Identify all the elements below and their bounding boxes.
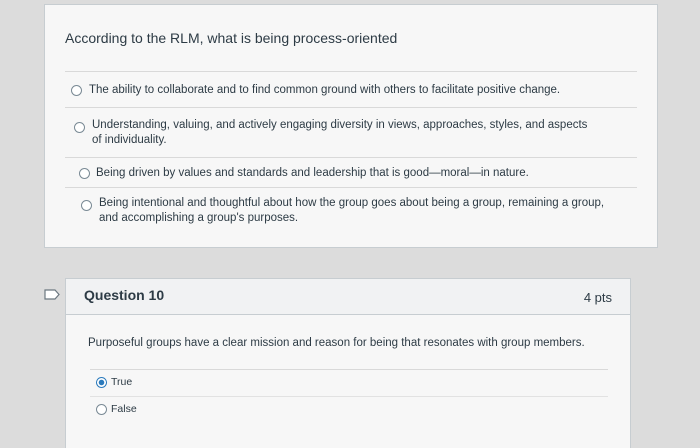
true-false-options: True False xyxy=(90,369,608,424)
answer-option-3[interactable]: Being driven by values and standards and… xyxy=(65,158,637,188)
option-true[interactable]: True xyxy=(90,370,608,397)
radio-button-icon[interactable] xyxy=(71,85,82,96)
answer-label: The ability to collaborate and to find c… xyxy=(89,84,561,96)
radio-button-icon[interactable] xyxy=(74,122,85,133)
answer-option-2[interactable]: Understanding, valuing, and actively eng… xyxy=(65,108,637,158)
option-label: True xyxy=(111,376,133,388)
question-10-card: Question 10 4 pts Purposeful groups have… xyxy=(65,278,631,448)
question-title: Question 10 xyxy=(84,287,165,303)
radio-button-icon[interactable] xyxy=(79,168,90,179)
question-9-card: According to the RLM, what is being proc… xyxy=(44,4,658,248)
answer-option-1[interactable]: The ability to collaborate and to find c… xyxy=(65,72,637,108)
answer-label: Understanding, valuing, and actively eng… xyxy=(92,119,588,146)
radio-button-icon[interactable] xyxy=(81,200,92,211)
bookmark-flag-icon[interactable] xyxy=(44,289,60,300)
question-points: 4 pts xyxy=(583,290,612,305)
option-label: False xyxy=(111,403,137,415)
radio-selected-icon[interactable] xyxy=(96,377,107,388)
question-header: Question 10 4 pts xyxy=(66,279,630,315)
question-10-text: Purposeful groups have a clear mission a… xyxy=(88,337,585,349)
answer-label: Being intentional and thoughtful about h… xyxy=(99,197,605,224)
answer-label: Being driven by values and standards and… xyxy=(96,167,529,179)
radio-button-icon[interactable] xyxy=(96,404,107,415)
option-false[interactable]: False xyxy=(90,397,608,424)
question-9-text: According to the RLM, what is being proc… xyxy=(65,30,398,46)
answer-list: The ability to collaborate and to find c… xyxy=(65,71,637,248)
answer-option-4[interactable]: Being intentional and thoughtful about h… xyxy=(65,188,637,248)
